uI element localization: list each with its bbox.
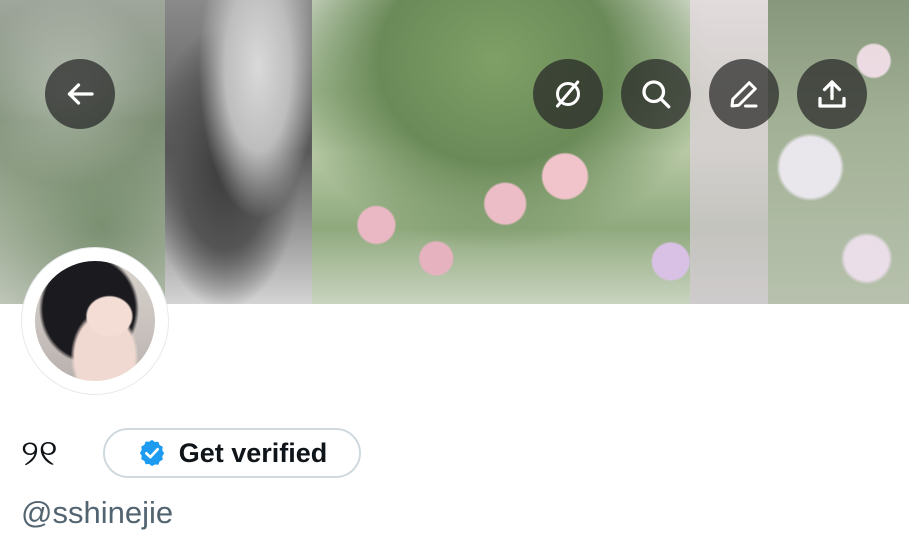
profile-page: ୨୧ Get verified @sshinejie	[0, 0, 909, 556]
avatar-frame[interactable]	[21, 247, 169, 395]
verified-badge-icon	[139, 439, 164, 467]
profile-banner-image[interactable]	[0, 0, 909, 304]
edit-button[interactable]	[709, 59, 779, 129]
avatar[interactable]	[35, 261, 155, 381]
share-icon	[818, 80, 846, 108]
search-icon	[642, 80, 671, 109]
display-name: ୨୧	[21, 433, 58, 474]
banner-portrait-panel	[165, 0, 315, 304]
grok-button[interactable]	[533, 59, 603, 129]
banner-butterfly-panel	[768, 0, 909, 304]
grok-icon	[556, 80, 580, 108]
username-handle: @sshinejie	[21, 495, 174, 530]
arrow-left-icon	[67, 83, 94, 105]
get-verified-button[interactable]: Get verified	[103, 428, 361, 478]
back-button[interactable]	[45, 59, 115, 129]
share-button[interactable]	[797, 59, 867, 129]
get-verified-label: Get verified	[178, 437, 328, 468]
banner-pillar-panel	[690, 0, 770, 304]
search-button[interactable]	[621, 59, 691, 129]
edit-icon	[730, 81, 758, 108]
